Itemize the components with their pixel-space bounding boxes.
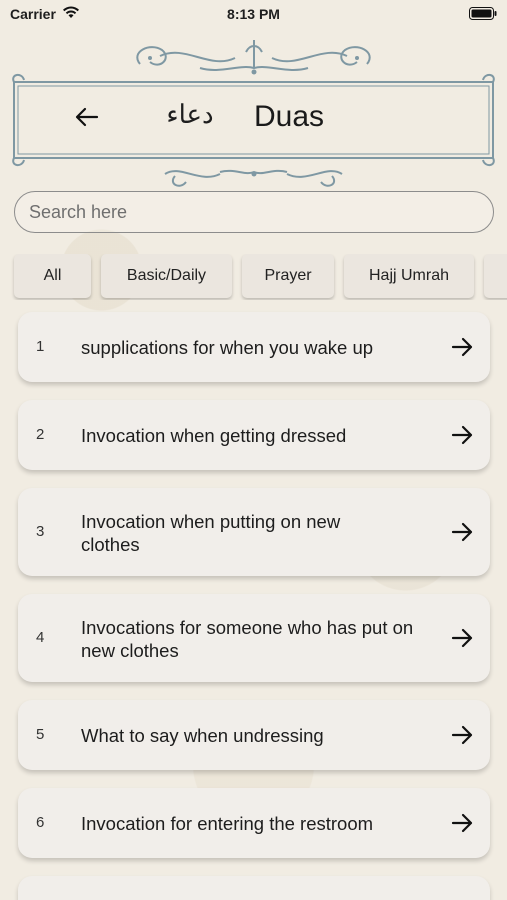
filter-chip-hajj-umrah[interactable]: Hajj Umrah <box>344 254 474 298</box>
arabic-title: دعاء <box>166 100 214 130</box>
arrow-right-icon <box>451 522 473 542</box>
dua-title: Invocation when getting dressed <box>81 425 347 446</box>
filter-chip-label: All <box>43 267 62 284</box>
arrow-right-icon <box>451 337 473 357</box>
dua-list-item[interactable]: 4 Invocations for someone who has put on… <box>18 594 490 682</box>
clock: 8:13 PM <box>227 6 280 22</box>
filter-chip-label: Basic/Daily <box>126 267 207 284</box>
dua-title: Invocation for entering the restroom <box>81 813 374 834</box>
arrow-left-icon <box>75 107 99 127</box>
filter-chip-prayer[interactable]: Prayer <box>242 254 334 298</box>
dua-list-item[interactable]: 5 What to say when undressing <box>18 700 490 770</box>
dua-list-item[interactable]: 6 Invocation for entering the restroom <box>18 788 490 858</box>
filter-chip-label: Hajj Umrah <box>368 267 449 284</box>
battery-icon <box>469 7 497 20</box>
dua-number: 5 <box>36 726 45 743</box>
arrow-right-icon <box>451 813 473 833</box>
filter-chip-all[interactable]: All <box>14 254 91 298</box>
dua-title: Invocation when putting on new clothes <box>81 511 341 555</box>
filter-chip-label: Prayer <box>264 267 312 284</box>
status-bar: Carrier 8:13 PM <box>0 0 507 28</box>
arrow-right-icon <box>451 425 473 445</box>
back-button[interactable] <box>70 100 104 134</box>
dua-number: 6 <box>36 814 45 831</box>
dua-number: 3 <box>36 523 45 540</box>
category-filter-bar: All Basic/Daily Prayer Hajj Umrah <box>0 254 507 300</box>
dua-title: What to say when undressing <box>81 725 324 746</box>
search-input[interactable] <box>14 191 494 233</box>
page-title: Duas <box>254 100 325 133</box>
filter-chip-basic-daily[interactable]: Basic/Daily <box>101 254 232 298</box>
dua-list-item[interactable] <box>18 876 490 900</box>
arrow-right-icon <box>451 725 473 745</box>
filter-chip-more[interactable] <box>484 254 507 298</box>
dua-title: Invocations for someone who has put on n… <box>81 617 414 661</box>
dua-number: 2 <box>36 426 45 443</box>
dua-title: supplications for when you wake up <box>81 337 374 358</box>
dua-list-item[interactable]: 3 Invocation when putting on new clothes <box>18 488 490 576</box>
dua-list-item[interactable]: 2 Invocation when getting dressed <box>18 400 490 470</box>
dua-number: 1 <box>36 338 45 355</box>
dua-list-item[interactable]: 1 supplications for when you wake up <box>18 312 490 382</box>
arrow-right-icon <box>451 628 473 648</box>
dua-number: 4 <box>36 629 45 646</box>
